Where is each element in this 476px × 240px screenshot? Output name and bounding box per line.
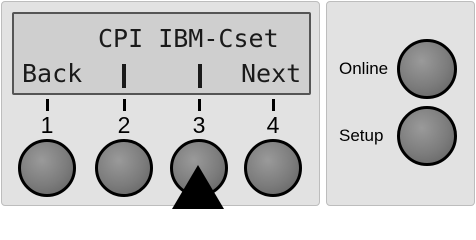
- lcd-back-label: Back: [22, 59, 83, 88]
- key1-tick: [46, 99, 49, 111]
- key-2-button[interactable]: [95, 139, 153, 197]
- key3-number: 3: [192, 112, 206, 138]
- operator-key-panel: CPI IBM-Cset Back Next 1 2 3 4: [1, 1, 320, 209]
- key1-number: 1: [40, 112, 54, 138]
- online-button[interactable]: [397, 39, 457, 99]
- setup-label: Setup: [339, 126, 384, 145]
- lcd-next-label: Next: [241, 59, 302, 88]
- lcd-display: CPI IBM-Cset Back Next: [12, 12, 311, 95]
- control-panel: Online Setup: [326, 1, 475, 206]
- key-1-button[interactable]: [18, 139, 76, 197]
- key2-tick: [123, 99, 126, 111]
- setup-button[interactable]: [397, 106, 457, 166]
- key3-tick: [198, 99, 201, 111]
- key4-number: 4: [266, 112, 280, 138]
- online-label: Online: [339, 59, 389, 78]
- pointer-arrow-icon: [172, 165, 224, 209]
- key-4-button[interactable]: [244, 139, 302, 197]
- key2-number: 2: [117, 112, 131, 138]
- key4-tick: [272, 99, 275, 111]
- lcd-menu-line: CPI IBM-Cset: [98, 24, 279, 53]
- lcd-key3-marker: [198, 64, 202, 88]
- lcd-key2-marker: [122, 64, 126, 88]
